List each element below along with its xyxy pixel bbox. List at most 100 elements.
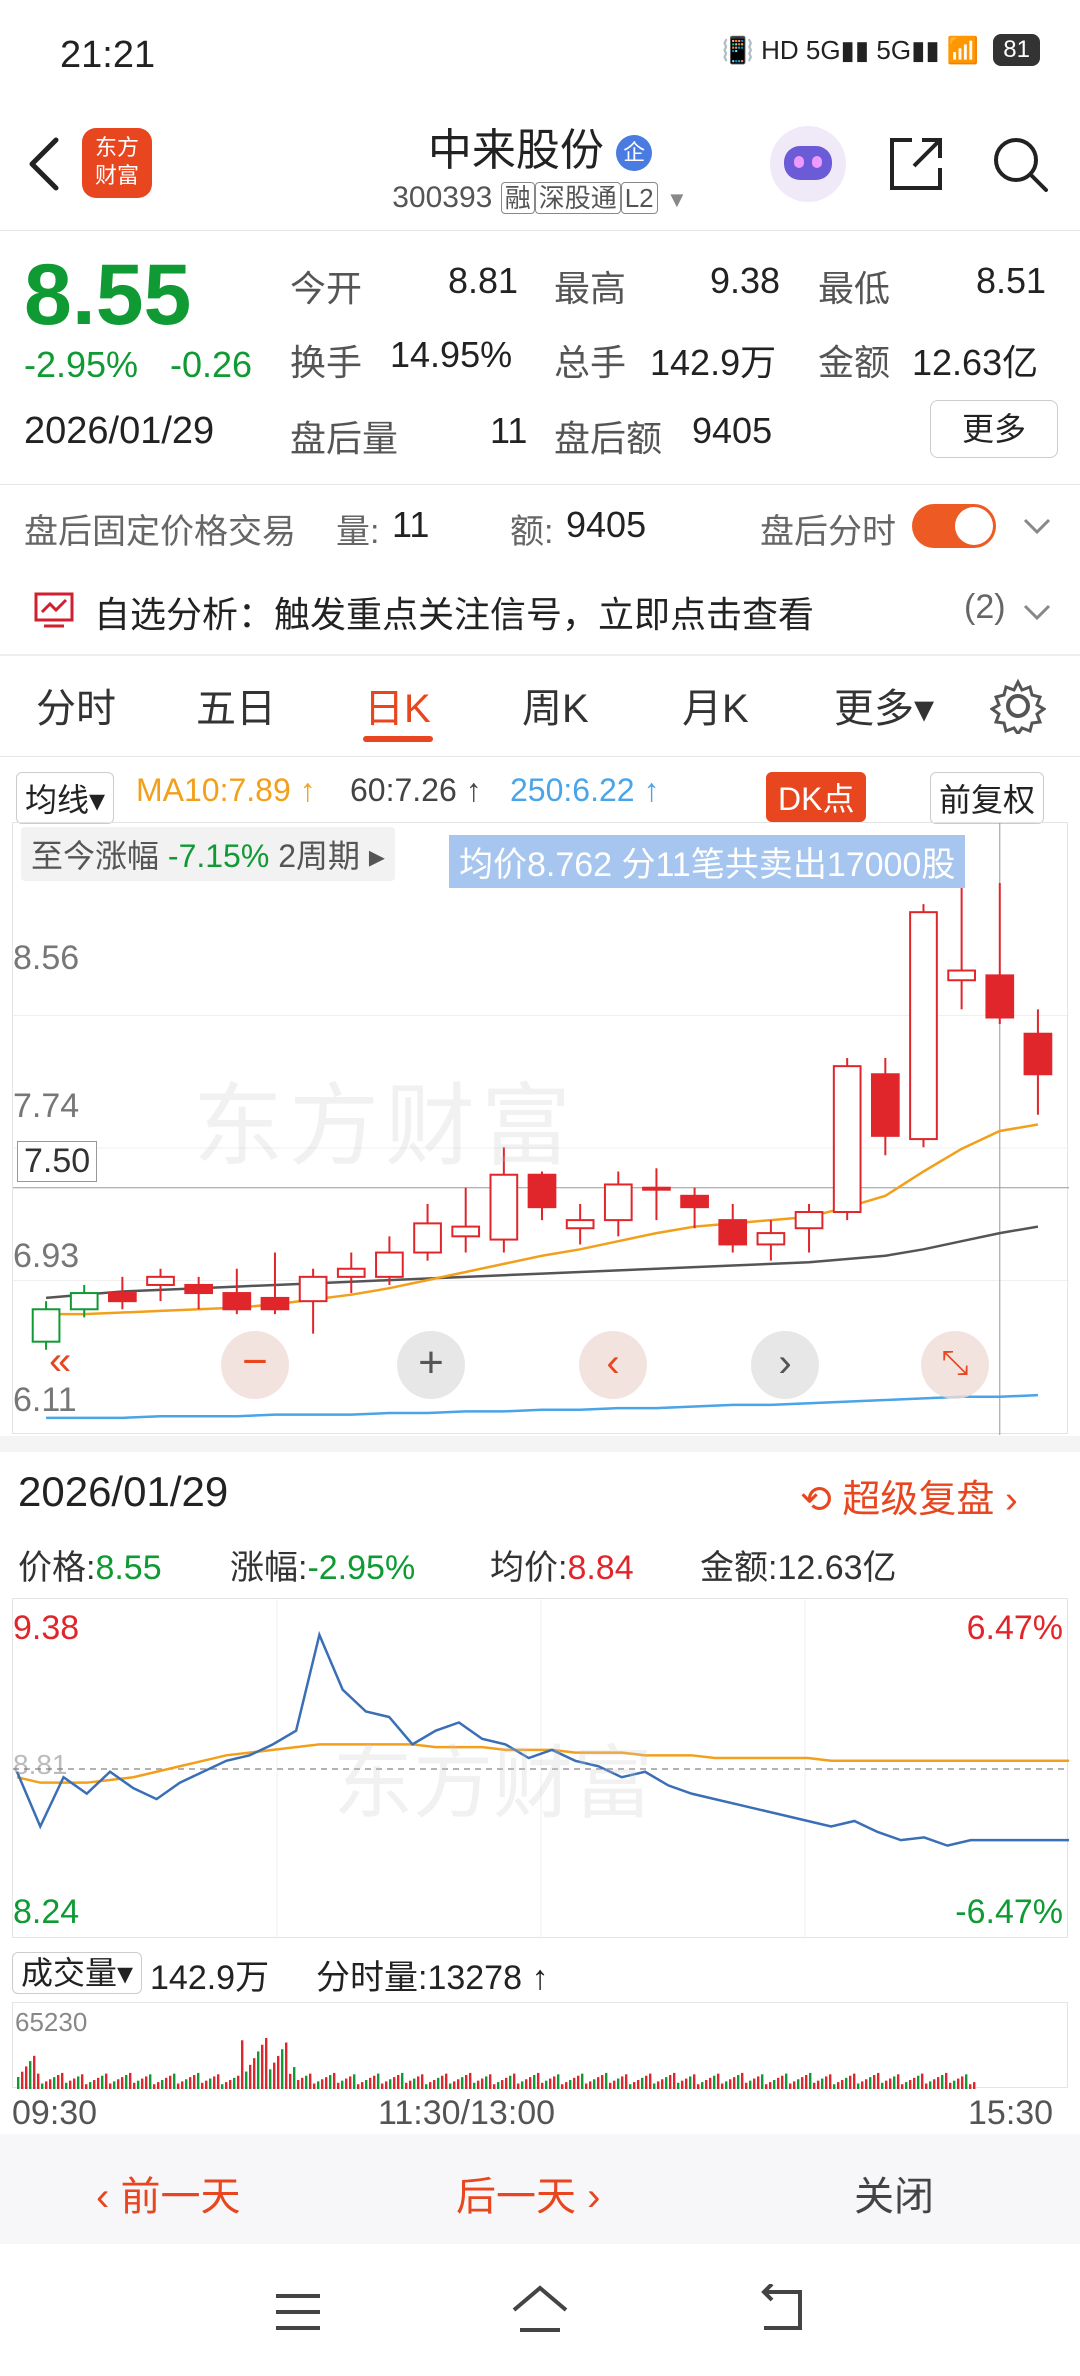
dk-point-button[interactable]: DK点 [766,772,867,822]
volume-bar [185,2079,188,2089]
volume-bar [229,2079,232,2089]
kline-chart[interactable]: 东方财富 至今涨幅 -7.15% 2周期 ▸ 均价8.762 分11笔共卖出17… [12,822,1069,1435]
volume-bar [581,2073,584,2089]
prev-day-button[interactable]: ‹ 前一天 [96,2164,240,2222]
volume-chart[interactable]: 65230 [12,2002,1068,2089]
volume-bar [797,2079,800,2089]
volume-bar [421,2074,424,2089]
ma-selector[interactable]: 均线▾ [16,772,115,824]
tab-intraday[interactable]: 分时 [36,676,116,734]
volume-selector[interactable]: 成交量▾ [12,1948,143,1994]
volume-bar [369,2077,372,2089]
volume-bar [61,2072,64,2089]
share-icon[interactable] [884,132,948,196]
tab-more[interactable]: 更多▾ [834,676,934,734]
tab-daily-k[interactable]: 日K [364,676,431,734]
after-amt-value: 9405 [566,504,647,545]
scroll-left-button[interactable]: « [49,1339,71,1384]
volume-bar [405,2082,408,2089]
period-label: 至今涨幅 [31,838,160,874]
volume-bar [345,2078,348,2089]
search-icon[interactable] [988,132,1052,196]
analysis-text: 自选分析：触发重点关注信号，立即点击查看 [94,594,815,635]
chevron-down-icon[interactable] [1022,600,1052,624]
menu-icon[interactable] [272,2290,324,2334]
super-review-link[interactable]: ⟲ 超级复盘 › [800,1468,1018,1523]
intraday-chart[interactable]: 东方财富 9.38 8.24 8.81 6.47% -6.47% [12,1598,1069,1939]
prev-candle-button[interactable]: ‹ [579,1331,647,1399]
back-nav-icon[interactable] [754,2284,810,2336]
settings-gear-icon[interactable] [990,678,1046,734]
after-qty-value: 11 [392,504,430,545]
volume-bar [165,2077,168,2089]
zoom-in-button[interactable]: + [397,1331,465,1399]
tab-five-day[interactable]: 五日 [196,676,276,734]
close-button[interactable]: 关闭 [854,2164,934,2222]
volume-bar [677,2082,680,2089]
volume-bar [305,2075,308,2089]
volume-bar [149,2074,152,2089]
volume-bar [849,2075,852,2089]
volume-bar [653,2083,656,2089]
change-label: 涨幅: [230,1549,308,1587]
intraday-info: 价格:8.55 [18,1540,162,1589]
volume-bar [905,2082,908,2089]
candle-body [298,1275,328,1303]
volume-bar [913,2077,916,2089]
minute-volume: 分时量:13278 ↑ [316,1959,549,1997]
chevron-down-icon[interactable] [1022,514,1052,538]
volume-bar [805,2075,808,2089]
volume-bar [745,2082,748,2089]
volume-bar [857,2083,860,2089]
candle-body [336,1267,366,1278]
analysis-row[interactable]: 自选分析：触发重点关注信号，立即点击查看 (2) [0,570,1080,654]
volume-bar [425,2084,428,2089]
volume-bar [209,2078,212,2089]
analysis-count: (2) [964,588,1006,626]
open-value: 8.81 [448,260,519,301]
period-change-box[interactable]: 至今涨幅 -7.15% 2周期 ▸ [21,827,395,881]
change-abs: -0.26 [170,344,253,385]
clock-icon: ⟲ [800,1479,832,1521]
volume-bar [321,2079,324,2089]
volume-bar [189,2077,192,2089]
volume-bar [437,2077,440,2089]
after-qty-label: 量: [336,513,380,551]
volume-bar [225,2082,228,2089]
candle-body [565,1219,595,1230]
candle-body [642,1186,671,1191]
volume-bar [773,2079,776,2089]
price-label: 价格: [18,1549,96,1587]
fullscreen-icon[interactable]: ⤡ [921,1331,989,1399]
more-button[interactable]: 更多 [930,400,1058,458]
after-hours-toggle[interactable] [912,504,996,548]
volume-label: 总手 [554,342,627,383]
adjust-button[interactable]: 前复权 [930,772,1045,824]
chevron-down-icon[interactable]: ▼ [666,187,688,212]
zoom-out-button[interactable]: − [221,1331,289,1399]
ma10-value: MA10:7.89 ↑ [136,772,316,808]
next-candle-button[interactable]: › [751,1331,819,1399]
candle-body [260,1296,290,1311]
next-day-button[interactable]: 后一天 › [456,2164,600,2222]
volume-bar [705,2079,708,2089]
volume-bar [561,2084,564,2089]
amount-value: 12.63亿 [912,342,1039,383]
ma60-value: 60:7.26 ↑ [350,772,482,808]
candle-body [718,1219,748,1246]
ma250-value: 250:6.22 ↑ [510,772,660,808]
tab-monthly-k[interactable]: 月K [682,676,749,734]
low-value: 8.51 [976,260,1047,301]
intraday-pct-bottom: -6.47% [955,1893,1063,1931]
volume-bar [937,2077,940,2089]
volume-bar [601,2075,604,2089]
volume-bar [249,2064,252,2089]
volume-bar [21,2071,24,2089]
volume-bar [709,2077,712,2089]
assistant-robot-icon[interactable] [770,126,846,202]
volume-bar [45,2081,48,2089]
home-icon[interactable] [510,2284,570,2336]
volume-bar [777,2077,780,2089]
tab-weekly-k[interactable]: 周K [522,676,589,734]
volume-bar [261,2044,264,2089]
